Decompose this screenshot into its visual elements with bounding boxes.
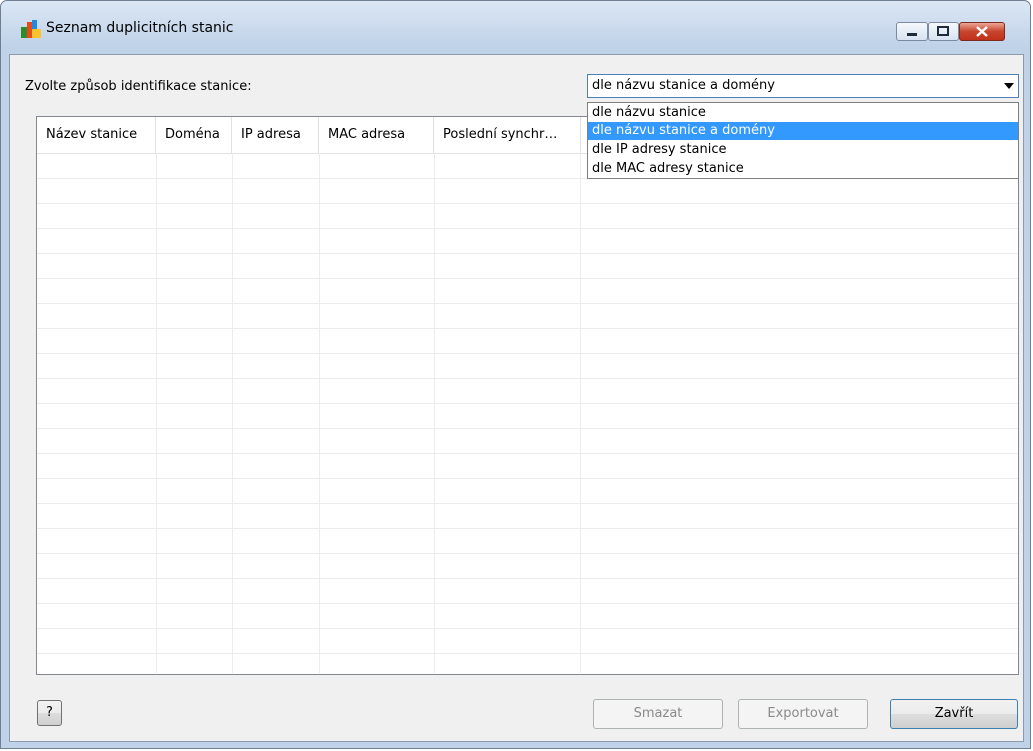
table-row bbox=[37, 428, 1018, 429]
column-header-domain[interactable]: Doména bbox=[156, 117, 232, 153]
column-header-station-name[interactable]: Název stanice bbox=[37, 117, 156, 153]
table-row bbox=[37, 228, 1018, 229]
table-row bbox=[37, 528, 1018, 529]
table-row bbox=[37, 603, 1018, 604]
window-title: Seznam duplicitních stanic bbox=[46, 20, 234, 36]
table-row bbox=[37, 653, 1018, 654]
table-row bbox=[37, 578, 1018, 579]
table-row bbox=[37, 553, 1018, 554]
help-button[interactable]: ? bbox=[37, 700, 62, 726]
table-row bbox=[37, 378, 1018, 379]
table-row bbox=[37, 203, 1018, 204]
option-mac-address[interactable]: dle MAC adresy stanice bbox=[588, 160, 1018, 178]
column-header-ip-address[interactable]: IP adresa bbox=[232, 117, 319, 153]
title-bar[interactable]: Seznam duplicitních stanic bbox=[1, 1, 1030, 43]
combobox-value: dle názvu stanice a domény bbox=[592, 78, 775, 93]
stations-table[interactable]: Název stanice Doména IP adresa MAC adres… bbox=[36, 116, 1019, 675]
table-row bbox=[37, 253, 1018, 254]
table-row bbox=[37, 403, 1018, 404]
column-divider bbox=[156, 153, 157, 673]
column-divider bbox=[434, 153, 435, 673]
column-header-last-sync[interactable]: Poslední synchr… bbox=[434, 117, 581, 153]
option-station-name[interactable]: dle názvu stanice bbox=[588, 104, 1018, 122]
maximize-icon bbox=[937, 26, 949, 36]
export-button[interactable]: Exportovat bbox=[738, 699, 868, 729]
column-divider bbox=[232, 153, 233, 673]
close-window-button[interactable] bbox=[959, 22, 1005, 41]
identification-combobox[interactable]: dle názvu stanice a domény bbox=[587, 74, 1019, 98]
minimize-icon bbox=[907, 33, 917, 36]
maximize-button[interactable] bbox=[928, 22, 959, 41]
table-row bbox=[37, 503, 1018, 504]
table-row bbox=[37, 353, 1018, 354]
option-station-name-domain[interactable]: dle názvu stanice a domény bbox=[588, 122, 1018, 140]
column-header-mac-address[interactable]: MAC adresa bbox=[319, 117, 434, 153]
close-icon bbox=[976, 26, 988, 37]
identification-dropdown-list: dle názvu stanice dle názvu stanice a do… bbox=[587, 102, 1019, 179]
column-divider bbox=[319, 153, 320, 673]
table-row bbox=[37, 628, 1018, 629]
option-ip-address[interactable]: dle IP adresy stanice bbox=[588, 141, 1018, 159]
identification-label: Zvolte způsob identifikace stanice: bbox=[25, 79, 252, 94]
table-row bbox=[37, 303, 1018, 304]
table-row bbox=[37, 328, 1018, 329]
close-button[interactable]: Zavřít bbox=[890, 699, 1018, 729]
chevron-down-icon[interactable] bbox=[1004, 83, 1014, 89]
column-divider bbox=[580, 153, 581, 673]
minimize-button[interactable] bbox=[896, 22, 928, 41]
table-row bbox=[37, 478, 1018, 479]
delete-button[interactable]: Smazat bbox=[593, 699, 723, 729]
table-row bbox=[37, 453, 1018, 454]
avg-logo-icon bbox=[21, 20, 41, 38]
table-row bbox=[37, 278, 1018, 279]
